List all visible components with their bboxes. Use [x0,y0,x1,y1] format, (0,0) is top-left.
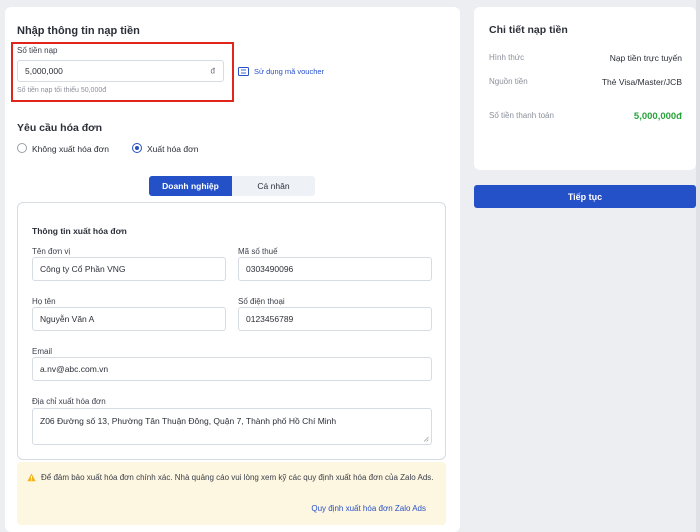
notice-text: Để đảm bảo xuất hóa đơn chính xác. Nhà q… [41,473,434,482]
phone-input[interactable]: 0123456789 [238,307,432,331]
topup-section-title: Nhập thông tin nạp tiền [17,25,140,37]
scrollbar[interactable] [696,0,700,532]
invoice-policy-link[interactable]: Quy định xuất hóa đơn Zalo Ads [311,504,426,513]
company-input[interactable]: Công ty Cổ Phần VNG [32,257,226,281]
email-input[interactable]: a.nv@abc.com.vn [32,357,432,381]
company-label: Tên đơn vị [32,247,71,256]
invoice-request-title: Yêu cầu hóa đơn [17,122,103,134]
tax-code-value: 0303490096 [246,264,294,274]
phone-label: Số điện thoại [238,297,285,306]
method-value: Nạp tiền trực tuyến [609,53,682,63]
address-textarea[interactable]: Z06 Đường số 13, Phường Tân Thuận Đông, … [32,408,432,445]
email-label: Email [32,347,53,356]
invoice-radio[interactable] [132,143,142,153]
company-value: Công ty Cổ Phần VNG [40,264,126,274]
total-amount: 5,000,000đ [633,111,682,122]
name-input[interactable]: Nguyễn Văn A [32,307,226,331]
tax-code-label: Mã số thuế [238,247,278,256]
tab-business[interactable]: Doanh nghiệp [149,176,232,196]
resize-handle-icon[interactable] [423,436,429,442]
no-invoice-label: Không xuất hóa đơn [32,144,109,154]
invoice-notice: Để đảm bảo xuất hóa đơn chính xác. Nhà q… [17,462,446,525]
voucher-link-label: Sử dụng mã voucher [254,67,325,76]
invoice-info-title: Thông tin xuất hóa đơn [32,226,127,236]
total-label: Số tiền thanh toán [489,111,554,120]
highlight-box [11,42,234,102]
voucher-icon [238,67,249,76]
warning-icon [27,473,36,482]
invoice-info-box: Thông tin xuất hóa đơn Tên đơn vị Công t… [17,202,446,460]
method-label: Hình thức [489,53,525,62]
summary-title: Chi tiết nạp tiền [489,24,568,36]
tax-code-input[interactable]: 0303490096 [238,257,432,281]
phone-value: 0123456789 [246,314,294,324]
invoice-label: Xuất hóa đơn [147,144,199,154]
voucher-link[interactable]: Sử dụng mã voucher [238,67,324,76]
no-invoice-radio[interactable] [17,143,27,153]
name-value: Nguyễn Văn A [40,314,95,324]
name-label: Họ tên [32,297,56,306]
continue-button[interactable]: Tiếp tục [474,185,696,208]
address-value: Z06 Đường số 13, Phường Tân Thuận Đông, … [40,416,337,426]
source-value: Thẻ Visa/Master/JCB [601,77,682,87]
email-value: a.nv@abc.com.vn [40,364,109,374]
source-label: Nguồn tiền [489,77,528,86]
topup-form-card: Nhập thông tin nạp tiền Số tiền nạp 5,00… [5,7,460,532]
summary-card: Chi tiết nạp tiền Hình thức Nạp tiền trự… [474,7,696,170]
address-label: Địa chỉ xuất hóa đơn [32,397,106,406]
tab-individual[interactable]: Cá nhân [232,176,315,196]
